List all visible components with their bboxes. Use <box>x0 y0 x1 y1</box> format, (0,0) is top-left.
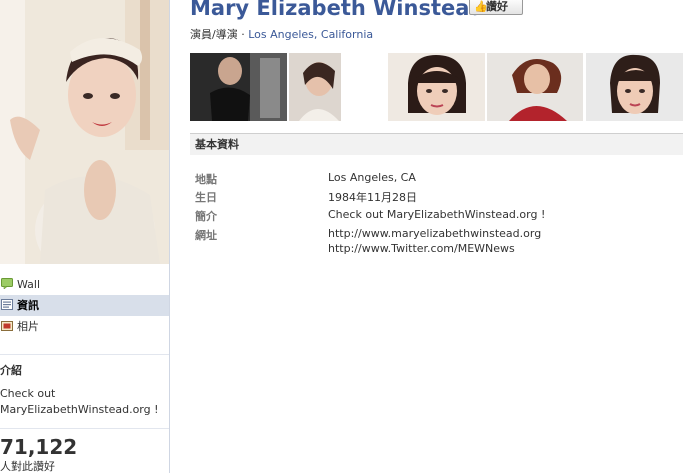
nav-item-info[interactable]: 資訊 <box>0 295 169 316</box>
photo-thumbnail[interactable] <box>388 53 485 121</box>
photos-icon <box>1 321 13 331</box>
info-value-location[interactable]: Los Angeles, CA <box>328 171 416 184</box>
profile-nav: Wall 資訊 相片 <box>0 274 169 337</box>
photo-2-image <box>289 53 341 121</box>
photo-thumbnail[interactable] <box>289 53 341 121</box>
left-column: Wall 資訊 相片 介紹 Check out MaryElizabethWin… <box>0 0 170 473</box>
wall-icon <box>1 278 13 289</box>
photo-4-image <box>487 53 583 121</box>
photo-3-image <box>388 53 485 121</box>
page-title: Mary Elizabeth Winstead <box>190 0 485 20</box>
nav-item-photos[interactable]: 相片 <box>0 316 169 337</box>
thumbs-up-icon: 👍 <box>474 1 488 13</box>
page-subtitle: 演員/導演 · Los Angeles, California <box>190 26 373 42</box>
photo-thumbnail[interactable] <box>586 53 683 121</box>
profile-photo-illustration <box>0 0 169 264</box>
profile-picture[interactable] <box>0 0 169 264</box>
info-label-bio: 簡介 <box>195 210 217 223</box>
divider <box>0 354 169 355</box>
like-button-label: 讚好 <box>486 1 508 13</box>
intro-text: Check out MaryElizabethWinstead.org ! <box>0 387 159 416</box>
likes-count: 71,122 <box>0 435 78 459</box>
nav-item-label: 資訊 <box>17 299 39 312</box>
photo-1-image <box>190 53 287 121</box>
nav-item-wall[interactable]: Wall <box>0 274 169 295</box>
intro-title: 介紹 <box>0 364 22 377</box>
nav-item-label: 相片 <box>17 320 39 333</box>
category-text: 演員/導演 · <box>190 28 249 41</box>
photo-thumbnail[interactable] <box>190 53 287 121</box>
like-button[interactable]: 👍讚好 <box>469 0 523 15</box>
photo-5-image <box>586 53 683 121</box>
likes-label[interactable]: 人對此讚好 <box>0 458 55 474</box>
location-link[interactable]: Los Angeles, California <box>248 28 373 41</box>
info-value-birthday: 1984年11月28日 <box>328 191 417 204</box>
website-link[interactable]: http://www.maryelizabethwinstead.org <box>328 227 541 240</box>
section-header-basic-info: 基本資料 <box>190 133 683 155</box>
info-label-birthday: 生日 <box>195 191 217 204</box>
info-icon <box>1 299 13 310</box>
divider <box>0 428 169 429</box>
nav-item-label: Wall <box>17 278 41 291</box>
info-value-bio: Check out MaryElizabethWinstead.org ! <box>328 208 546 221</box>
twitter-link[interactable]: http://www.Twitter.com/MEWNews <box>328 242 515 255</box>
photo-thumbnail[interactable] <box>487 53 583 121</box>
info-label-location: 地點 <box>195 173 217 186</box>
info-label-website: 網址 <box>195 229 217 242</box>
